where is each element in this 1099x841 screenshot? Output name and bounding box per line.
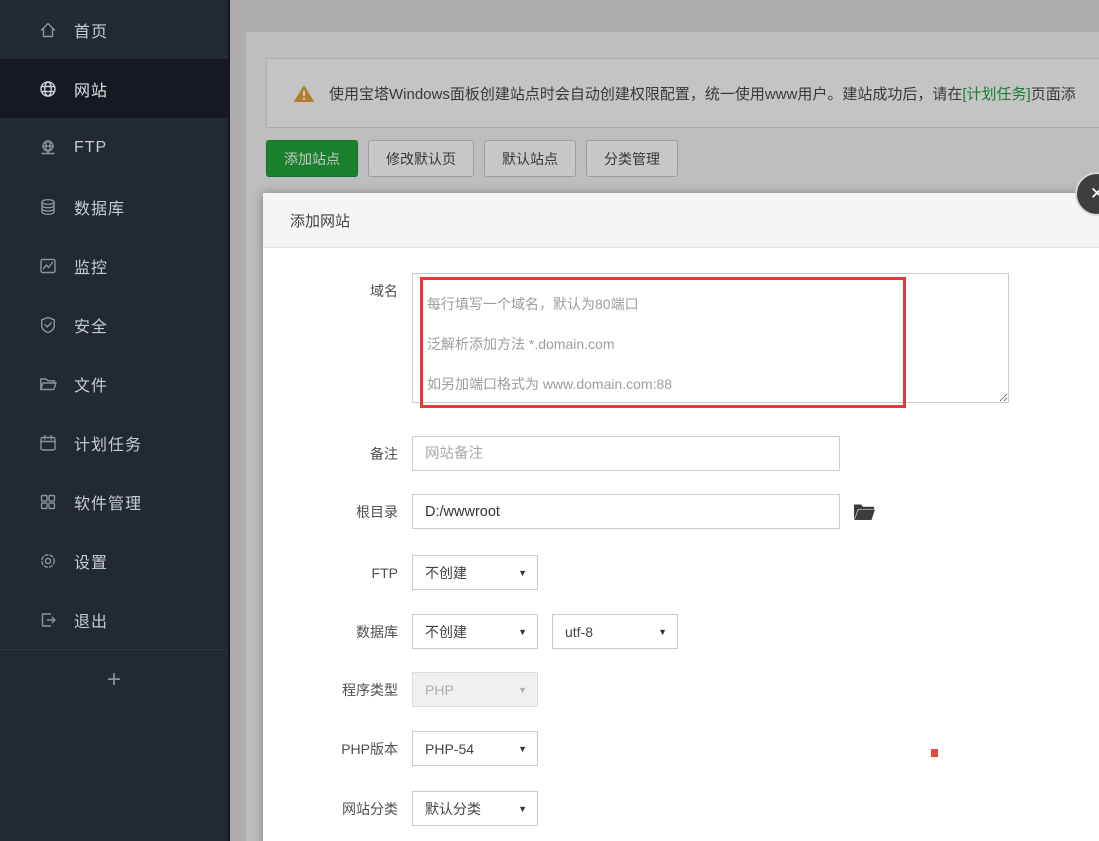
annotation-red-dot xyxy=(931,749,938,757)
remark-label: 备注 xyxy=(263,444,412,464)
sidebar-item-label: 安全 xyxy=(74,313,108,337)
site-category-select-value: 默认分类 xyxy=(425,799,481,819)
sidebar-item-label: FTP xyxy=(74,139,107,157)
domain-label: 域名 xyxy=(263,273,412,301)
logout-icon xyxy=(38,610,58,630)
plus-icon: + xyxy=(107,666,121,694)
site-category-select[interactable]: 默认分类 ▼ xyxy=(412,791,538,826)
app-type-select: PHP ▼ xyxy=(412,672,538,707)
globe-icon xyxy=(38,79,58,99)
home-icon xyxy=(38,20,58,40)
chevron-down-icon: ▼ xyxy=(518,744,527,754)
root-dir-label: 根目录 xyxy=(263,502,412,522)
sidebar-item-home[interactable]: 首页 xyxy=(0,0,228,59)
site-category-label: 网站分类 xyxy=(263,799,412,819)
sidebar-item-software[interactable]: 软件管理 xyxy=(0,472,228,531)
remark-input[interactable] xyxy=(412,436,840,471)
sidebar-item-label: 退出 xyxy=(74,608,108,632)
sidebar-item-website[interactable]: 网站 xyxy=(0,59,228,118)
php-version-select[interactable]: PHP-54 ▼ xyxy=(412,731,538,766)
gear-icon xyxy=(38,551,58,571)
sidebar-item-ftp[interactable]: FTP xyxy=(0,118,228,177)
sidebar-item-label: 首页 xyxy=(74,18,108,42)
browse-folder-icon[interactable] xyxy=(853,503,875,521)
add-website-dialog: ✕ 添加网站 域名 备注 根目录 FTP 不创建 ▼ 数据库 不创建 ▼ xyxy=(263,193,1099,841)
sidebar-item-label: 计划任务 xyxy=(74,431,142,455)
root-dir-row: 根目录 xyxy=(263,494,875,529)
php-version-select-value: PHP-54 xyxy=(425,741,474,757)
charset-select-value: utf-8 xyxy=(565,624,593,640)
sidebar-item-label: 监控 xyxy=(74,254,108,278)
php-version-row: PHP版本 PHP-54 ▼ xyxy=(263,731,538,766)
ftp-icon xyxy=(38,138,58,158)
sidebar-add-button[interactable]: + xyxy=(0,649,228,709)
folder-icon xyxy=(38,374,58,394)
chevron-down-icon: ▼ xyxy=(658,627,667,637)
ftp-select-value: 不创建 xyxy=(425,563,467,583)
database-select-value: 不创建 xyxy=(425,622,467,642)
remark-row: 备注 xyxy=(263,436,840,471)
php-version-label: PHP版本 xyxy=(263,739,412,759)
chevron-down-icon: ▼ xyxy=(518,627,527,637)
sidebar-item-label: 设置 xyxy=(74,549,108,573)
sidebar: 首页 网站 FTP 数据库 监控 安全 文件 xyxy=(0,0,228,841)
dialog-header: 添加网站 xyxy=(263,193,1099,248)
sidebar-item-cron[interactable]: 计划任务 xyxy=(0,413,228,472)
shield-icon xyxy=(38,315,58,335)
app-type-row: 程序类型 PHP ▼ xyxy=(263,672,538,707)
sidebar-item-label: 文件 xyxy=(74,372,108,396)
domain-textarea[interactable] xyxy=(412,273,1009,403)
ftp-row: FTP 不创建 ▼ xyxy=(263,555,538,590)
charset-select[interactable]: utf-8 ▼ xyxy=(552,614,678,649)
sidebar-item-settings[interactable]: 设置 xyxy=(0,531,228,590)
sidebar-item-label: 软件管理 xyxy=(74,490,142,514)
database-select[interactable]: 不创建 ▼ xyxy=(412,614,538,649)
root-dir-input[interactable] xyxy=(412,494,840,529)
dialog-title: 添加网站 xyxy=(290,210,350,231)
sidebar-item-label: 网站 xyxy=(74,77,108,101)
app-type-label: 程序类型 xyxy=(263,680,412,700)
ftp-label: FTP xyxy=(263,565,412,581)
sidebar-item-files[interactable]: 文件 xyxy=(0,354,228,413)
monitor-icon xyxy=(38,256,58,276)
ftp-select[interactable]: 不创建 ▼ xyxy=(412,555,538,590)
sidebar-item-logout[interactable]: 退出 xyxy=(0,590,228,649)
chevron-down-icon: ▼ xyxy=(518,685,527,695)
database-icon xyxy=(38,197,58,217)
app-type-select-value: PHP xyxy=(425,682,454,698)
sidebar-item-database[interactable]: 数据库 xyxy=(0,177,228,236)
apps-icon xyxy=(38,492,58,512)
database-row: 数据库 不创建 ▼ utf-8 ▼ xyxy=(263,614,678,649)
sidebar-item-label: 数据库 xyxy=(74,195,125,219)
chevron-down-icon: ▼ xyxy=(518,804,527,814)
sidebar-item-security[interactable]: 安全 xyxy=(0,295,228,354)
sidebar-item-monitor[interactable]: 监控 xyxy=(0,236,228,295)
site-category-row: 网站分类 默认分类 ▼ xyxy=(263,791,538,826)
domain-row: 域名 xyxy=(263,273,1009,403)
database-label: 数据库 xyxy=(263,622,412,642)
calendar-icon xyxy=(38,433,58,453)
chevron-down-icon: ▼ xyxy=(518,568,527,578)
